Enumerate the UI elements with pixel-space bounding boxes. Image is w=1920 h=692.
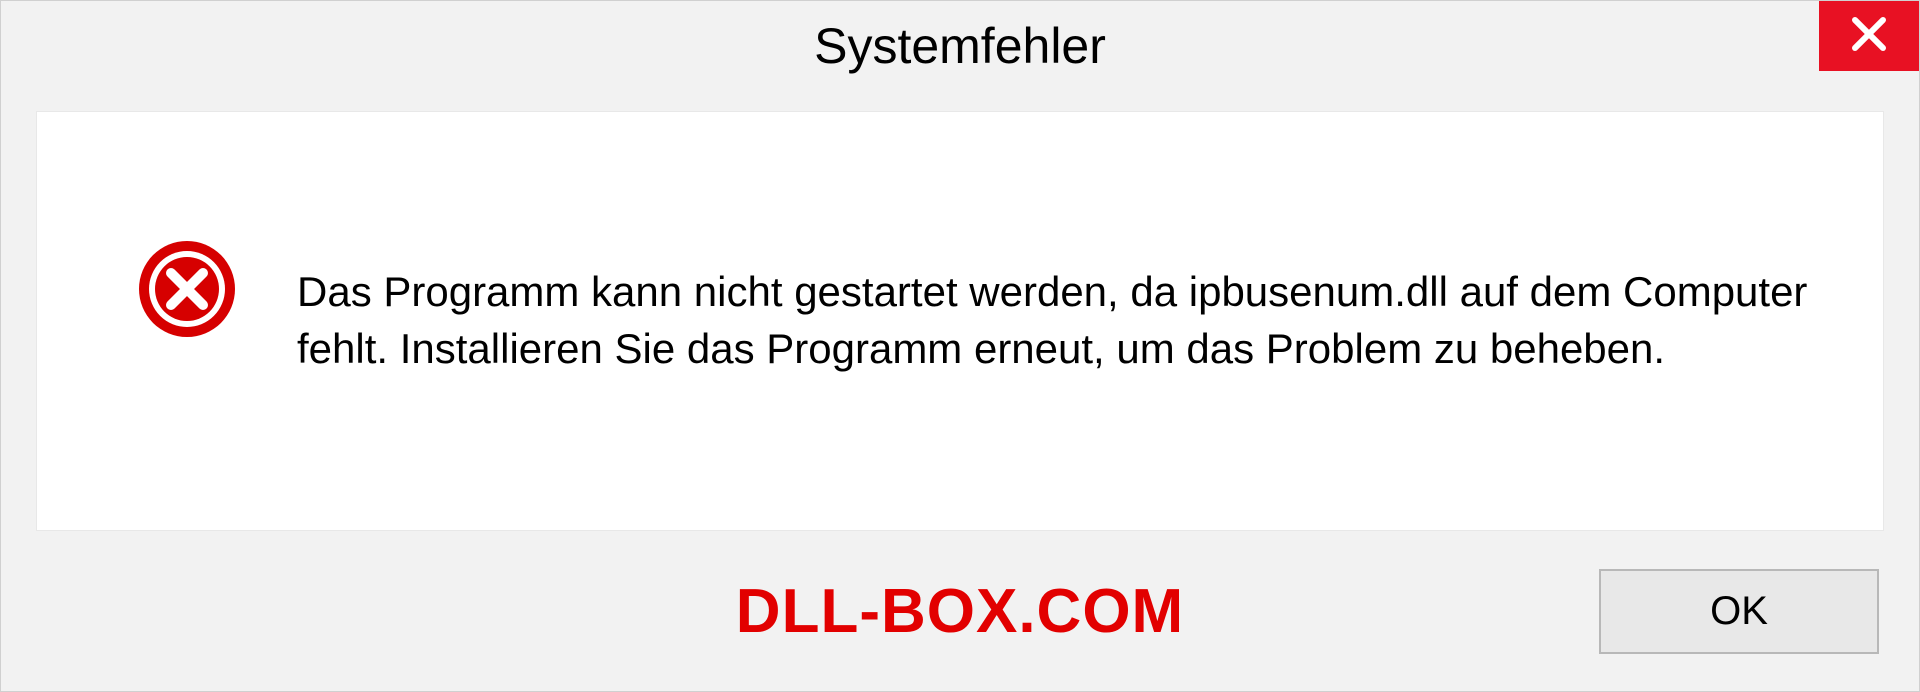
close-icon [1849, 14, 1889, 59]
watermark-text: DLL-BOX.COM [736, 576, 1184, 647]
ok-button-label: OK [1710, 589, 1768, 634]
error-message: Das Programm kann nicht gestartet werden… [297, 264, 1813, 377]
error-dialog: Systemfehler Das Programm kann nicht ges… [0, 0, 1920, 692]
dialog-footer: DLL-BOX.COM OK [1, 531, 1919, 691]
content-panel: Das Programm kann nicht gestartet werden… [36, 111, 1884, 531]
error-icon [137, 239, 237, 344]
titlebar: Systemfehler [1, 1, 1919, 91]
dialog-title: Systemfehler [814, 17, 1106, 75]
close-button[interactable] [1819, 1, 1919, 71]
ok-button[interactable]: OK [1599, 569, 1879, 654]
